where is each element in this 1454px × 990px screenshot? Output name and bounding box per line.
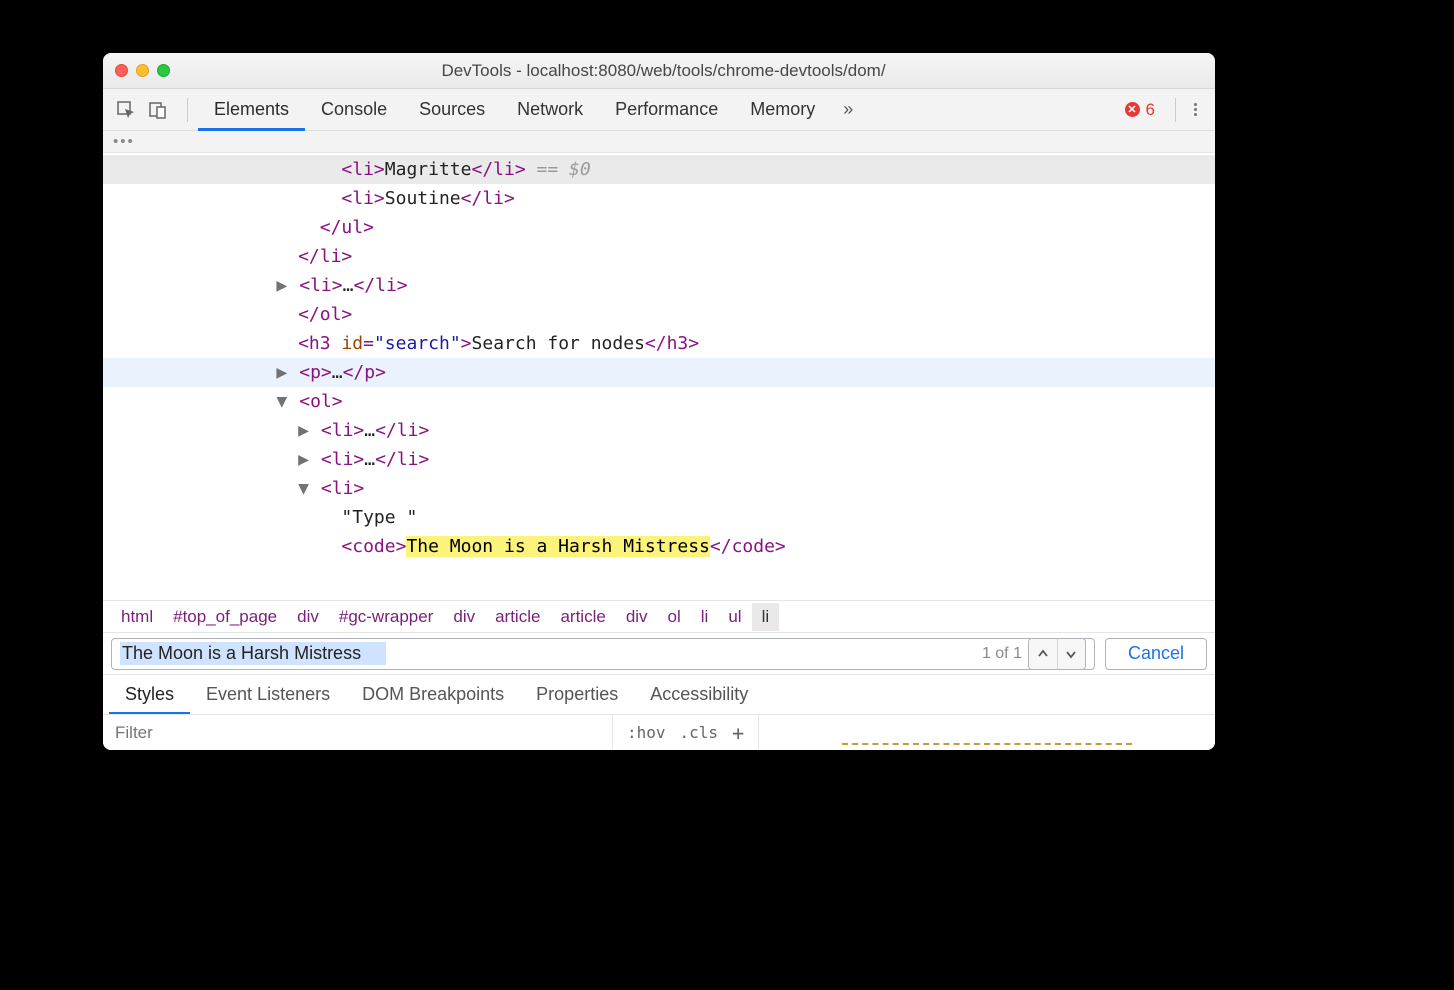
error-icon: ✕: [1125, 102, 1140, 117]
window-controls: [115, 64, 170, 77]
cls-toggle[interactable]: .cls: [680, 723, 719, 742]
dom-overflow-strip: •••: [103, 131, 1215, 153]
expand-icon[interactable]: ▶: [276, 358, 288, 387]
expand-icon[interactable]: ▶: [276, 271, 288, 300]
dom-text: Soutine: [385, 188, 461, 209]
dom-node[interactable]: <h3 id="search">Search for nodes</h3>: [103, 329, 1215, 358]
dom-node[interactable]: ▼ <ol>: [103, 387, 1215, 416]
tab-dom-breakpoints[interactable]: DOM Breakpoints: [346, 675, 520, 715]
settings-menu-icon[interactable]: [1186, 89, 1205, 131]
styles-toolbar: :hov .cls +: [103, 714, 1215, 750]
tab-event-listeners[interactable]: Event Listeners: [190, 675, 346, 715]
devtools-window: DevTools - localhost:8080/web/tools/chro…: [103, 53, 1215, 750]
more-tabs-icon[interactable]: »: [831, 99, 865, 120]
dom-text: Magritte: [385, 159, 472, 180]
crumb-li[interactable]: li: [691, 603, 719, 631]
search-bar: 1 of 1 Cancel: [103, 632, 1215, 674]
styles-tabs: Styles Event Listeners DOM Breakpoints P…: [103, 674, 1215, 714]
inspect-icon[interactable]: [113, 97, 139, 123]
tab-elements[interactable]: Elements: [198, 89, 305, 131]
crumb-gc-wrapper[interactable]: #gc-wrapper: [329, 603, 444, 631]
search-next-icon[interactable]: [1057, 639, 1085, 669]
style-toggles: :hov .cls +: [613, 715, 759, 750]
dom-tree[interactable]: <li>Magritte</li> == $0 <li>Soutine</li>…: [103, 153, 1215, 600]
search-nav: [1028, 638, 1086, 670]
search-input-wrapper: 1 of 1: [111, 638, 1095, 670]
dom-node[interactable]: </ol>: [103, 300, 1215, 329]
dom-attr-value: "search": [374, 333, 461, 354]
dom-selection-hint: == $0: [526, 159, 591, 180]
tab-network[interactable]: Network: [501, 89, 599, 131]
expand-icon[interactable]: ▶: [298, 445, 310, 474]
dom-attr-name: id: [341, 333, 363, 354]
dom-text: "Type ": [341, 507, 417, 528]
close-icon[interactable]: [115, 64, 128, 77]
crumb-ol[interactable]: ol: [658, 603, 691, 631]
tab-sources[interactable]: Sources: [403, 89, 501, 131]
search-input[interactable]: [120, 642, 982, 665]
dom-node-selected[interactable]: <li>Magritte</li> == $0: [103, 155, 1215, 184]
dom-node[interactable]: ▶ <li>…</li>: [103, 445, 1215, 474]
crumb-article[interactable]: article: [550, 603, 615, 631]
styles-filter-wrapper: [103, 715, 613, 750]
dom-node[interactable]: ▼ <li>: [103, 474, 1215, 503]
dom-search-match: The Moon is a Harsh Mistress: [406, 536, 709, 557]
crumb-div[interactable]: div: [287, 603, 329, 631]
add-rule-icon[interactable]: +: [732, 721, 744, 745]
dom-node[interactable]: </ul>: [103, 213, 1215, 242]
expand-icon[interactable]: ▶: [298, 416, 310, 445]
dom-node[interactable]: "Type ": [103, 503, 1215, 532]
box-model-preview: [759, 715, 1215, 750]
tab-performance[interactable]: Performance: [599, 89, 734, 131]
tab-accessibility[interactable]: Accessibility: [634, 675, 764, 715]
crumb-html[interactable]: html: [111, 603, 163, 631]
titlebar: DevTools - localhost:8080/web/tools/chro…: [103, 53, 1215, 89]
cancel-button[interactable]: Cancel: [1105, 638, 1207, 670]
collapse-icon[interactable]: ▼: [298, 474, 310, 503]
breadcrumb: html #top_of_page div #gc-wrapper div ar…: [103, 600, 1215, 632]
hov-toggle[interactable]: :hov: [627, 723, 666, 742]
dom-text: Search for nodes: [472, 333, 645, 354]
dom-node[interactable]: ▶ <p>…</p>: [103, 358, 1215, 387]
dom-node[interactable]: <li>Soutine</li>: [103, 184, 1215, 213]
dom-node[interactable]: </li>: [103, 242, 1215, 271]
crumb-article[interactable]: article: [485, 603, 550, 631]
search-counts: 1 of 1: [982, 645, 1028, 663]
tab-properties[interactable]: Properties: [520, 675, 634, 715]
search-prev-icon[interactable]: [1029, 639, 1057, 669]
tab-console[interactable]: Console: [305, 89, 403, 131]
crumb-top-of-page[interactable]: #top_of_page: [163, 603, 287, 631]
tab-memory[interactable]: Memory: [734, 89, 831, 131]
zoom-icon[interactable]: [157, 64, 170, 77]
margin-dashed-icon: [842, 743, 1132, 749]
dom-node[interactable]: <code>The Moon is a Harsh Mistress</code…: [103, 532, 1215, 561]
collapse-icon[interactable]: ▼: [276, 387, 288, 416]
device-toggle-icon[interactable]: [145, 97, 171, 123]
crumb-ul[interactable]: ul: [718, 603, 751, 631]
error-badge[interactable]: ✕ 6: [1115, 100, 1165, 120]
error-count: 6: [1146, 100, 1155, 120]
crumb-div[interactable]: div: [616, 603, 658, 631]
window-title: DevTools - localhost:8080/web/tools/chro…: [184, 61, 1203, 81]
dom-node[interactable]: ▶ <li>…</li>: [103, 271, 1215, 300]
minimize-icon[interactable]: [136, 64, 149, 77]
main-toolbar: Elements Console Sources Network Perform…: [103, 89, 1215, 131]
tab-styles[interactable]: Styles: [109, 675, 190, 715]
crumb-li-selected[interactable]: li: [752, 603, 780, 631]
crumb-div[interactable]: div: [443, 603, 485, 631]
styles-filter-input[interactable]: [113, 722, 602, 744]
separator: [1175, 98, 1176, 122]
separator: [187, 98, 188, 122]
panel-tabs: Elements Console Sources Network Perform…: [198, 89, 831, 131]
dom-node[interactable]: ▶ <li>…</li>: [103, 416, 1215, 445]
